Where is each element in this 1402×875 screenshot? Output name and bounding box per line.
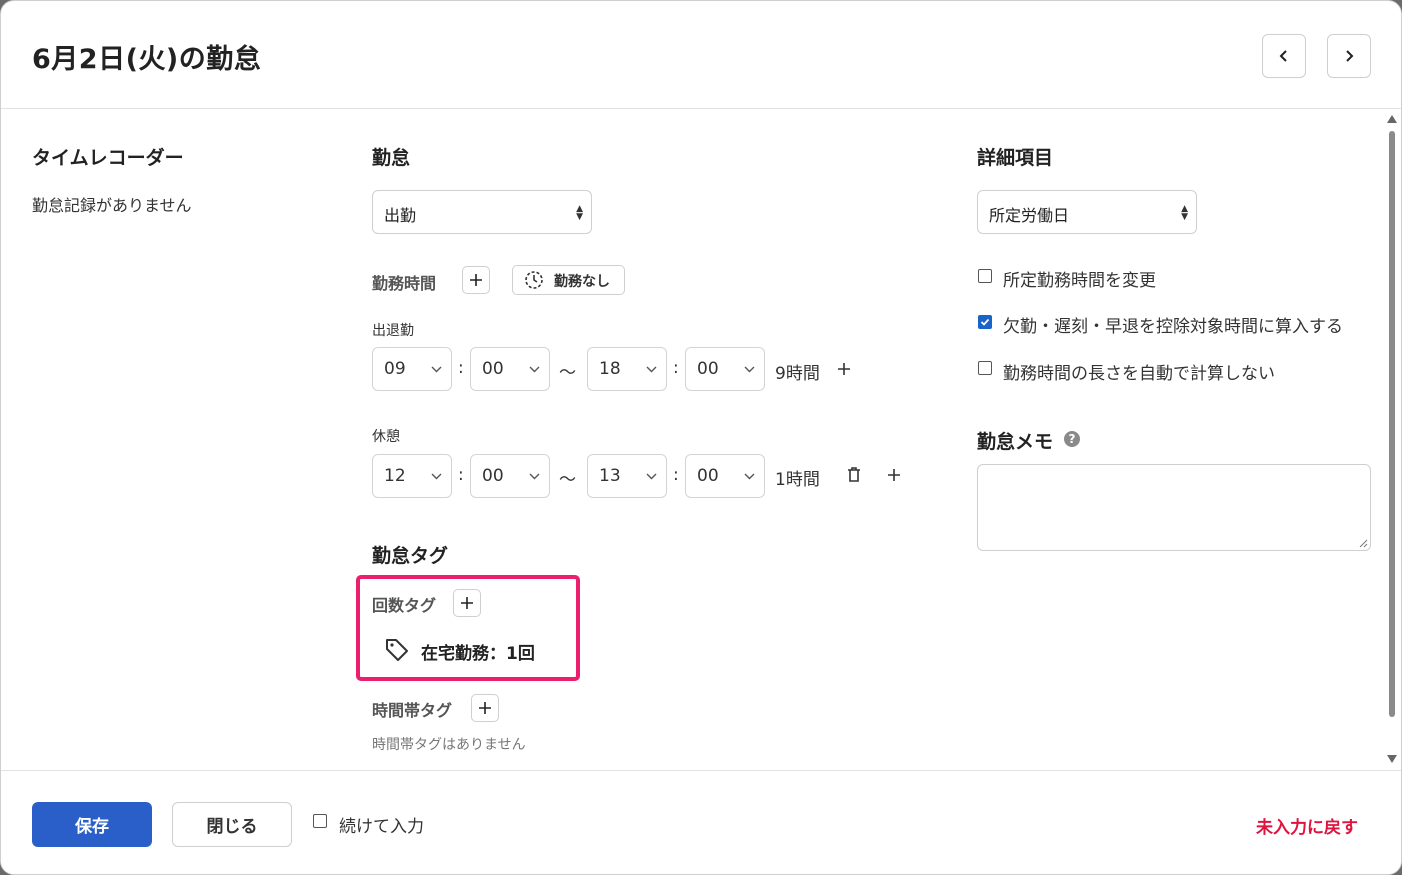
reset-to-empty-link[interactable]: 未入力に戻す: [1256, 813, 1358, 838]
updown-icon: ▲ ▼: [576, 204, 583, 222]
next-day-button[interactable]: [1327, 34, 1371, 78]
break-label: 休憩: [372, 429, 400, 445]
clock-out-hour-select[interactable]: 18: [587, 347, 667, 391]
chevron-right-icon: [1346, 50, 1354, 62]
help-icon[interactable]: ?: [1064, 431, 1080, 447]
prev-day-button[interactable]: [1262, 34, 1306, 78]
clock-in-out-label: 出退勤: [372, 323, 414, 339]
tags-title: 勤怠タグ: [372, 545, 449, 567]
chevron-down-icon: [529, 366, 540, 373]
break-end-minute-select[interactable]: 00: [685, 454, 765, 498]
break-end-minute-value: 00: [697, 466, 719, 486]
break-start-hour-select[interactable]: 12: [372, 454, 452, 498]
continue-input-checkbox[interactable]: [313, 814, 327, 828]
add-time-tag-button[interactable]: [471, 694, 499, 722]
clock-out-minute-select[interactable]: 00: [685, 347, 765, 391]
attendance-type-select[interactable]: 出勤 ▲ ▼: [372, 190, 592, 234]
chevron-down-icon: [744, 366, 755, 373]
count-tag-item[interactable]: 在宅勤務：1回: [421, 639, 535, 664]
chevron-left-icon: [1279, 50, 1287, 62]
scroll-up-arrow-icon[interactable]: [1387, 115, 1397, 123]
updown-icon: ▲ ▼: [1181, 204, 1188, 222]
clock-in-minute-select[interactable]: 00: [470, 347, 550, 391]
dialog-header: 6月2日(火)の勤怠: [1, 1, 1401, 109]
time-separator: :: [458, 465, 464, 485]
clock-in-minute-value: 00: [482, 359, 504, 379]
time-tag-label: 時間帯タグ: [372, 701, 453, 720]
continue-input-label: 続けて入力: [339, 817, 424, 837]
dialog-footer: 保存 閉じる 続けて入力 未入力に戻す: [1, 770, 1401, 874]
range-tilde: 〜: [559, 363, 576, 383]
details-title: 詳細項目: [977, 147, 1054, 169]
resize-handle-icon[interactable]: [1359, 539, 1368, 548]
attendance-dialog: 6月2日(火)の勤怠 タイムレコーダー 勤怠記録がありません 勤怠 出勤 ▲ ▼ …: [0, 0, 1402, 875]
clock-out-minute-value: 00: [697, 359, 719, 379]
close-button[interactable]: 閉じる: [172, 802, 292, 847]
scroll-thumb[interactable]: [1389, 131, 1395, 717]
range-tilde: 〜: [559, 470, 576, 490]
chevron-down-icon: [431, 366, 442, 373]
save-button[interactable]: 保存: [32, 802, 152, 847]
day-type-select[interactable]: 所定労働日 ▲ ▼: [977, 190, 1197, 234]
timerecorder-empty-text: 勤怠記録がありません: [32, 196, 192, 215]
time-separator: :: [673, 465, 679, 485]
no-work-button[interactable]: 勤務なし: [512, 265, 625, 295]
no-auto-calc-label: 勤務時間の長さを自動で計算しない: [1003, 364, 1275, 384]
chevron-down-icon: [529, 473, 540, 480]
clock-dashed-icon: [525, 271, 543, 289]
add-work-time-button[interactable]: [462, 266, 490, 294]
break-duration: 1時間: [775, 470, 820, 490]
add-clock-plus-icon[interactable]: [837, 362, 851, 376]
scrollbar[interactable]: [1385, 113, 1399, 768]
attendance-type-value: 出勤: [384, 206, 417, 225]
work-time-label: 勤務時間: [372, 274, 437, 293]
time-tag-empty: 時間帯タグはありません: [372, 737, 526, 753]
memo-title: 勤怠メモ: [977, 431, 1054, 453]
clock-in-hour-value: 09: [384, 359, 406, 379]
break-start-hour-value: 12: [384, 466, 406, 486]
deduct-absence-label: 欠勤・遅刻・早退を控除対象時間に算入する: [1003, 317, 1343, 337]
attendance-title: 勤怠: [372, 147, 411, 169]
chevron-down-icon: [646, 366, 657, 373]
count-tag-label: 回数タグ: [372, 596, 437, 615]
break-start-minute-select[interactable]: 00: [470, 454, 550, 498]
chevron-down-icon: [431, 473, 442, 480]
day-type-value: 所定労働日: [989, 206, 1070, 225]
change-scheduled-time-checkbox[interactable]: [978, 269, 992, 283]
dialog-title: 6月2日(火)の勤怠: [32, 44, 262, 75]
break-end-hour-select[interactable]: 13: [587, 454, 667, 498]
time-separator: :: [458, 358, 464, 378]
no-work-label: 勤務なし: [554, 274, 610, 290]
plus-icon: [479, 702, 491, 714]
change-scheduled-time-label: 所定勤務時間を変更: [1003, 271, 1156, 291]
memo-textarea[interactable]: [977, 464, 1371, 551]
scroll-down-arrow-icon[interactable]: [1387, 755, 1397, 763]
clock-in-hour-select[interactable]: 09: [372, 347, 452, 391]
break-start-minute-value: 00: [482, 466, 504, 486]
add-break-plus-icon[interactable]: [887, 468, 901, 482]
tag-icon: [386, 639, 408, 661]
chevron-down-icon: [744, 473, 755, 480]
no-auto-calc-checkbox[interactable]: [978, 361, 992, 375]
plus-icon: [461, 597, 473, 609]
timerecorder-title: タイムレコーダー: [32, 147, 184, 169]
clock-out-hour-value: 18: [599, 359, 621, 379]
deduct-absence-checkbox[interactable]: [978, 315, 992, 329]
trash-icon[interactable]: [847, 467, 861, 483]
chevron-down-icon: [646, 473, 657, 480]
add-count-tag-button[interactable]: [453, 589, 481, 617]
work-duration: 9時間: [775, 364, 820, 384]
time-separator: :: [673, 358, 679, 378]
break-end-hour-value: 13: [599, 466, 621, 486]
plus-icon: [470, 274, 482, 286]
checkmark-icon: [980, 318, 989, 326]
